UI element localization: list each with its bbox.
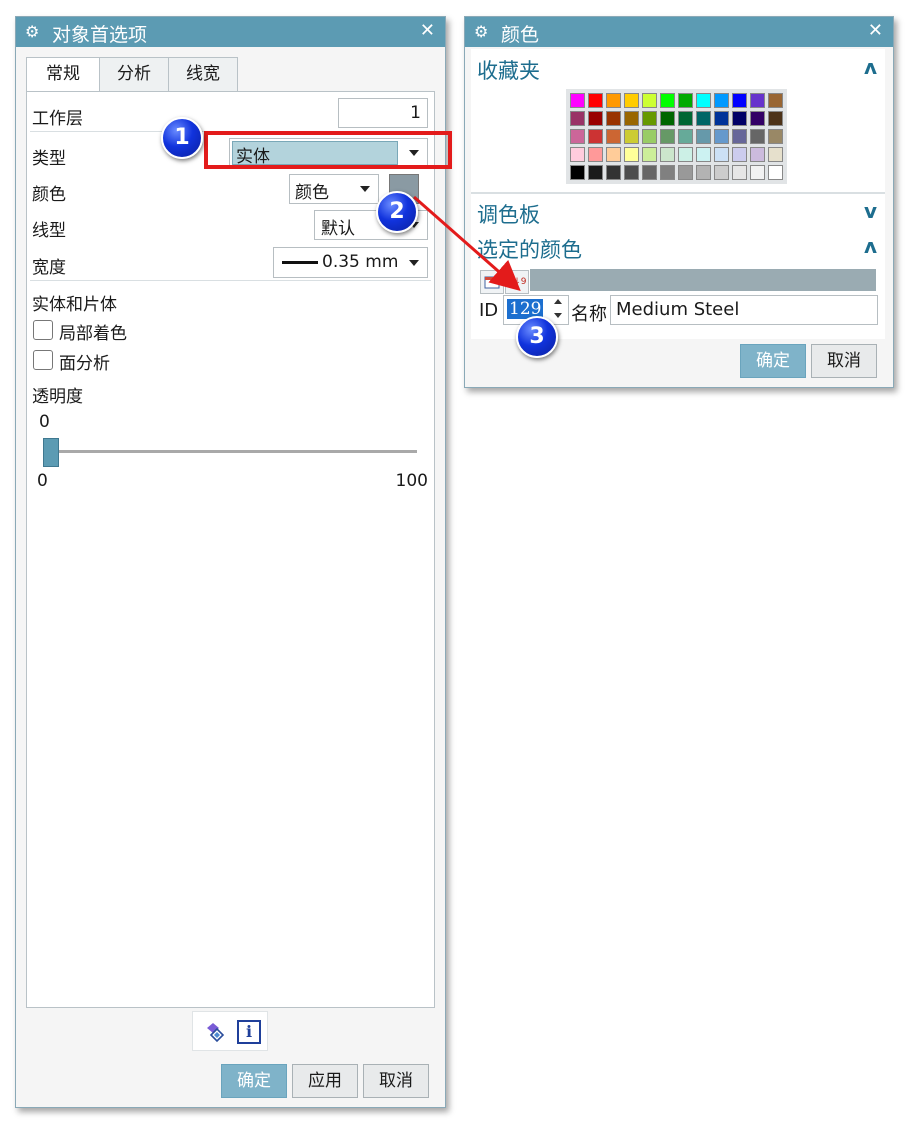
step-badge-2: 2 <box>376 191 418 233</box>
annotation-arrow <box>413 195 521 291</box>
step-badge-1: 1 <box>161 117 203 159</box>
step-badge-3: 3 <box>516 316 558 358</box>
